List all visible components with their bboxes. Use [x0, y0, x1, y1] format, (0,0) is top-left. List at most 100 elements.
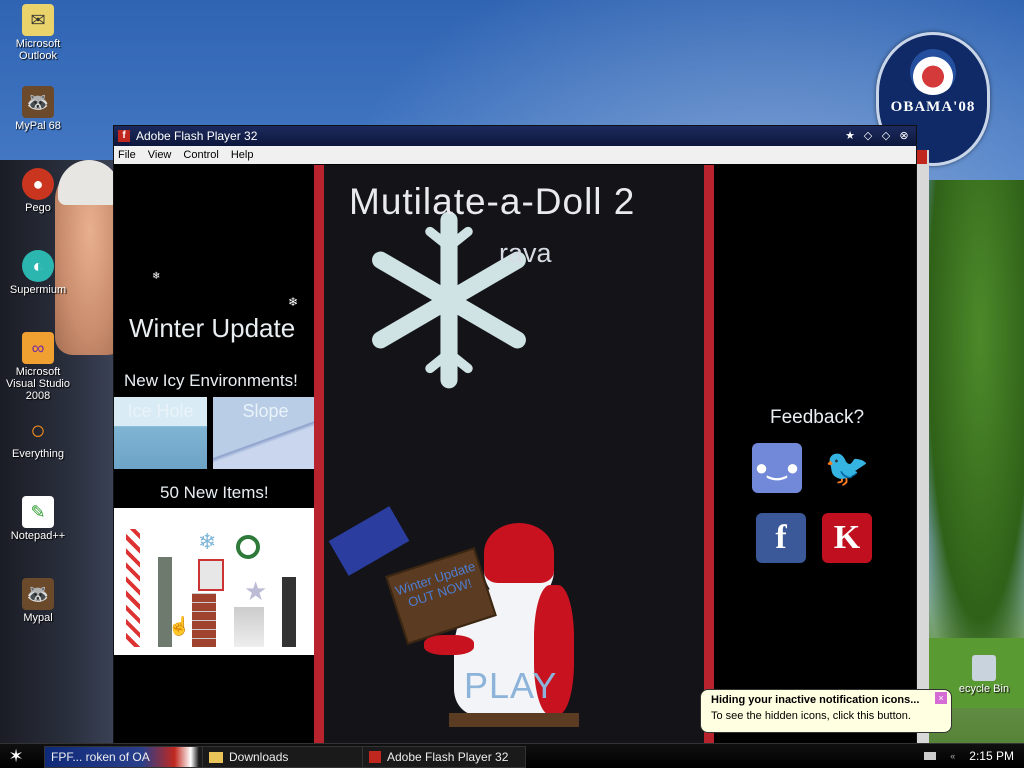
desktop-icon-mypal68[interactable]: 🦝 MyPal 68: [4, 86, 72, 132]
environments-title: New Icy Environments!: [124, 371, 298, 390]
desktop-icon-outlook[interactable]: ✉ Microsoft Outlook: [4, 4, 72, 62]
flash-icon: f: [118, 130, 130, 142]
castle-icon: [234, 607, 264, 647]
wreath-icon: [236, 535, 260, 559]
taskbar: ✶ FPF... roken of OA Downloads Adobe Fla…: [0, 743, 1024, 768]
discord-glyph: ●‿●: [754, 455, 800, 480]
recycle-bin-icon: [972, 655, 996, 681]
play-button[interactable]: PLAY: [464, 665, 557, 707]
desktop-icon-label: Supermium: [9, 284, 67, 296]
raccoon-icon: 🦝: [22, 86, 54, 118]
snowflake-icon: ❄: [198, 529, 217, 554]
close-button[interactable]: ⊗: [896, 129, 912, 143]
twitter-icon[interactable]: 🐦: [822, 443, 872, 493]
taskbar-button-flash-player[interactable]: Adobe Flash Player 32: [362, 746, 526, 768]
facebook-icon[interactable]: f: [756, 513, 806, 563]
notification-balloon[interactable]: Hiding your inactive notification icons.…: [700, 689, 952, 733]
raccoon-icon: 🦝: [22, 578, 54, 610]
desktop-icon-visual-studio[interactable]: ∞ Microsoft Visual Studio 2008: [4, 332, 72, 402]
supermium-icon: ◐: [22, 250, 54, 282]
discord-icon[interactable]: ●‿●: [752, 443, 802, 493]
folder-icon: [209, 751, 223, 763]
game-stage[interactable]: ❄ ❄ Winter Update New Icy Environments! …: [114, 165, 916, 746]
tile-label: Ice Hole: [127, 401, 194, 421]
wallpaper-tree: [914, 180, 1024, 700]
maximize-button[interactable]: ◇: [878, 129, 894, 143]
twitter-glyph: 🐦: [824, 447, 870, 488]
menu-bar: File View Control Help: [114, 146, 916, 164]
desktop-icon-label: Notepad++: [10, 530, 66, 542]
star-icon[interactable]: ★: [842, 129, 858, 143]
balloon-body: To see the hidden icons, click this butt…: [711, 710, 911, 722]
outlook-icon: ✉: [22, 4, 54, 36]
title-screen: Mutilate-a-Doll 2 rava Winter Update OUT…: [324, 165, 704, 746]
environment-tile-ice-hole[interactable]: Ice Hole: [114, 397, 207, 469]
taskbar-button-label: Adobe Flash Player 32: [387, 750, 509, 764]
new-items-preview: ❄ ★ ☝: [114, 508, 318, 655]
desktop-icon-everything[interactable]: ○ Everything: [4, 414, 72, 461]
snowflake-icon: [372, 211, 526, 389]
start-button[interactable]: ✶: [6, 746, 26, 766]
minimize-button[interactable]: ◇: [860, 129, 876, 143]
pego-icon: ●: [22, 168, 54, 200]
close-icon[interactable]: ×: [935, 692, 947, 704]
taskbar-button-label: Downloads: [229, 750, 289, 764]
taskbar-button-downloads[interactable]: Downloads: [202, 746, 366, 768]
window-titlebar[interactable]: f Adobe Flash Player 32 ★ ◇ ◇ ⊗: [114, 126, 916, 146]
items-title: 50 New Items!: [160, 483, 269, 502]
window-title: Adobe Flash Player 32: [136, 129, 258, 143]
menu-help[interactable]: Help: [231, 149, 254, 161]
cursor-icon: ☝: [168, 616, 191, 636]
system-tray: « 2:15 PM: [904, 744, 1024, 768]
feedback-label: Feedback?: [770, 407, 865, 428]
desktop-icon-mypal[interactable]: 🦝 Mypal: [4, 578, 72, 624]
clock[interactable]: 2:15 PM: [969, 749, 1014, 763]
desktop-icon-label: Everything: [12, 448, 64, 460]
taskbar-button-label: FPF... roken of OA: [51, 750, 150, 764]
snowman-hood: [484, 523, 554, 583]
desktop-icon-pego[interactable]: ● Pego: [4, 168, 72, 214]
candy-cane-icon: [126, 529, 140, 647]
feedback-panel: Feedback? ●‿● 🐦 f K: [714, 165, 916, 746]
menu-file[interactable]: File: [118, 149, 136, 161]
flash-player-window: f Adobe Flash Player 32 ★ ◇ ◇ ⊗ File Vie…: [113, 125, 917, 747]
star-icon: ★: [244, 576, 268, 606]
kongregate-icon[interactable]: K: [822, 513, 872, 563]
bench: [449, 713, 579, 727]
visual-studio-icon: ∞: [22, 332, 54, 364]
campaign-badge-text: OBAMA'08: [890, 99, 976, 115]
desktop-icon-label: Mypal: [23, 612, 53, 624]
show-hidden-icons-button[interactable]: «: [950, 751, 955, 761]
desktop-icon-notepadpp[interactable]: ✎ Notepad++: [4, 496, 72, 542]
environment-tile-slope[interactable]: Slope: [213, 397, 318, 469]
desktop-icon-supermium[interactable]: ◐ Supermium: [4, 250, 72, 296]
desktop-icon-label: ecycle Bin: [958, 683, 1010, 695]
game-subtitle: rava: [499, 238, 552, 268]
snowflake-icon: ❄: [152, 271, 161, 282]
menu-view[interactable]: View: [148, 149, 172, 161]
taskbar-button-browser[interactable]: FPF... roken of OA: [44, 746, 208, 768]
desktop-icon-label: MyPal 68: [15, 120, 61, 132]
keyboard-icon[interactable]: [924, 752, 937, 760]
facebook-glyph: f: [775, 519, 787, 556]
winter-update-heading: Winter Update: [129, 313, 296, 343]
game-title: Mutilate-a-Doll 2: [349, 181, 636, 222]
doll-arm: [328, 506, 410, 576]
campaign-logo-icon: [910, 49, 956, 95]
menu-control[interactable]: Control: [183, 149, 218, 161]
right-red-border: [704, 165, 714, 746]
gift-icon: [198, 559, 224, 591]
everything-icon: ○: [30, 414, 46, 445]
desktop-icon-recycle-bin[interactable]: ecycle Bin: [944, 655, 1024, 695]
winter-update-panel: ❄ ❄ Winter Update New Icy Environments! …: [114, 165, 318, 746]
tile-label: Slope: [242, 401, 289, 421]
desktop-icon-label: Microsoft Outlook: [15, 38, 61, 62]
flash-icon: [369, 751, 381, 763]
snowflake-icon: ❄: [288, 295, 299, 309]
desktop-icon-label: Pego: [25, 202, 51, 214]
chimney-icon: [192, 593, 216, 647]
nutcracker-icon: [282, 577, 296, 647]
kongregate-glyph: K: [833, 519, 861, 556]
notepad-icon: ✎: [22, 496, 54, 528]
desktop-icon-label: Microsoft Visual Studio 2008: [5, 366, 70, 402]
